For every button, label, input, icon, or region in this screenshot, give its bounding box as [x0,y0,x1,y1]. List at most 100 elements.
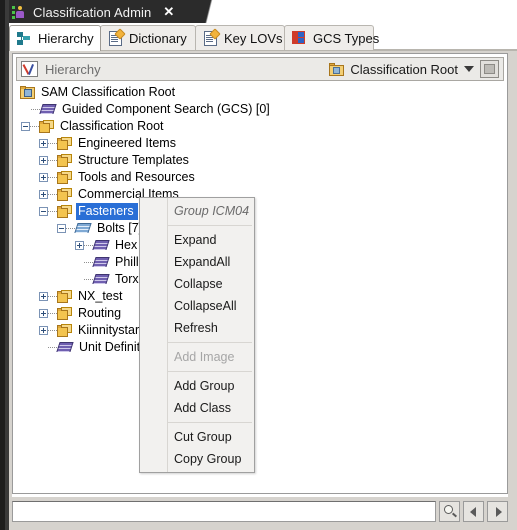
tree-expander-collapse[interactable] [57,224,66,233]
menu-item-collapse-all[interactable]: CollapseAll [140,295,254,317]
window-chrome: Classification Admin ✕ [0,0,517,24]
tree-expander-collapse[interactable] [39,207,48,216]
tree-node-label: Guided Component Search (GCS) [0] [62,102,270,116]
tree-node-label: Structure Templates [78,153,189,167]
window-left-rail [0,0,9,530]
tree-node-label: Routing [78,306,122,320]
tree-node-fasteners[interactable]: Fasteners [17,203,503,220]
menu-item-add-class[interactable]: Add Class [140,397,254,419]
context-menu-separator [168,342,252,343]
menu-item-copy-group[interactable]: Copy Group [140,448,254,470]
tab-strip: Hierarchy Dictionary Key LOVs GCS Types [9,24,517,51]
key-lovs-icon [203,28,221,46]
search-bar [12,500,508,523]
tree-expander-expand[interactable] [39,139,48,148]
hierarchy-panel-header: Hierarchy Classification Root [16,57,504,81]
tree-node-nx-test[interactable]: NX_test [17,288,503,305]
menu-item-expand[interactable]: Expand [140,229,254,251]
folder-root-icon [329,62,345,76]
tab-dictionary[interactable]: Dictionary [100,25,196,50]
tree-node-bolts[interactable]: Bolts [7] [17,220,503,237]
tree-expander-expand[interactable] [39,190,48,199]
tree-node-tools-and-resources[interactable]: Tools and Resources [17,169,503,186]
root-selector-label: Classification Root [350,61,458,77]
tree-node-commercial-items[interactable]: Commercial Items [17,186,503,203]
tree-node-phillips[interactable]: Phillip [17,254,503,271]
tab-dictionary-label: Dictionary [129,30,187,46]
context-menu-separator [168,225,252,226]
group-icon [57,153,72,168]
minimize-icon[interactable] [480,60,499,78]
group-icon [57,306,72,321]
application-window: Classification Admin ✕ Hierarchy Diction… [0,0,517,530]
group-icon [57,136,72,151]
tab-hierarchy-label: Hierarchy [38,31,94,46]
tree-node-hex-screws[interactable]: Hex Sc [17,237,503,254]
sam-root-icon [20,86,35,99]
tree-expander-expand[interactable] [39,309,48,318]
app-tab-classification-admin[interactable]: Classification Admin ✕ [12,1,174,23]
tree-expander-collapse[interactable] [21,122,30,131]
tab-key-lovs[interactable]: Key LOVs [195,25,285,50]
tree-node-label: Fasteners [76,203,138,220]
hierarchy-icon [17,31,32,46]
tree-node-label: NX_test [78,289,123,303]
tree-node-engineered-items[interactable]: Engineered Items [17,135,503,152]
tab-gcs-types[interactable]: GCS Types [284,25,379,50]
tree-expander-expand[interactable] [39,156,48,165]
close-icon[interactable]: ✕ [163,4,174,20]
tree-node-torx[interactable]: Torx [ [17,271,503,288]
hierarchy-panel-icon [21,61,38,77]
context-menu-separator [168,422,252,423]
tree-node-label: SAM Classification Root [41,85,176,99]
class-icon [92,239,110,252]
context-menu-header: Group ICM04 [174,204,250,218]
search-input[interactable] [12,501,436,522]
menu-item-add-group[interactable]: Add Group [140,375,254,397]
tab-key-lovs-label: Key LOVs [224,30,283,46]
hierarchy-tree[interactable]: SAM Classification Root Guided Component… [17,84,503,488]
tree-node-kiinnitystarvikkeet[interactable]: Kiinnitystarvik [17,322,503,339]
gcs-types-icon [292,31,307,45]
tree-expander-expand[interactable] [39,173,48,182]
next-arrow-icon[interactable] [487,501,508,522]
tree-expander-expand[interactable] [39,326,48,335]
tree-node-sam-classification-root[interactable]: SAM Classification Root [17,84,503,101]
context-menu[interactable]: Group ICM04 Expand ExpandAll Collapse Co… [139,197,255,473]
tree-node-label: Tools and Resources [78,170,195,184]
tab-hierarchy[interactable]: Hierarchy [9,25,101,51]
root-selector[interactable]: Classification Root [329,62,458,77]
tree-node-structure-templates[interactable]: Structure Templates [17,152,503,169]
window-left-rail-inner [5,0,9,530]
tree-node-unit-definitions[interactable]: Unit Definitio [17,339,503,356]
magnifier-icon[interactable] [439,501,460,522]
hierarchy-panel: Hierarchy Classification Root SAM Classi… [12,53,508,494]
panel-bottom-edge [12,494,508,497]
class-icon [39,103,57,116]
app-tab-title: Classification Admin [33,4,152,20]
tree-node-classification-root[interactable]: Classification Root [17,118,503,135]
tree-expander-expand[interactable] [39,292,48,301]
menu-item-cut-group[interactable]: Cut Group [140,426,254,448]
group-icon [57,289,72,304]
group-icon [57,323,72,338]
previous-arrow-icon[interactable] [463,501,484,522]
tab-gcs-types-label: GCS Types [313,30,380,46]
context-menu-separator [168,371,252,372]
classification-admin-icon [12,5,26,19]
menu-item-refresh[interactable]: Refresh [140,317,254,339]
menu-item-expand-all[interactable]: ExpandAll [140,251,254,273]
tree-node-routing[interactable]: Routing [17,305,503,322]
class-icon [56,341,74,354]
chevron-down-icon[interactable] [464,66,474,72]
tree-expander-expand[interactable] [75,241,84,250]
dictionary-icon [108,28,126,46]
tree-node-guided-component-search[interactable]: Guided Component Search (GCS) [0] [17,101,503,118]
bolts-icon [74,222,92,235]
class-icon [92,273,110,286]
panel-header-controls: Classification Root [329,60,503,78]
panel-title: Hierarchy [45,61,101,77]
menu-item-collapse[interactable]: Collapse [140,273,254,295]
class-icon [92,256,110,269]
tree-node-label: Classification Root [60,119,164,133]
